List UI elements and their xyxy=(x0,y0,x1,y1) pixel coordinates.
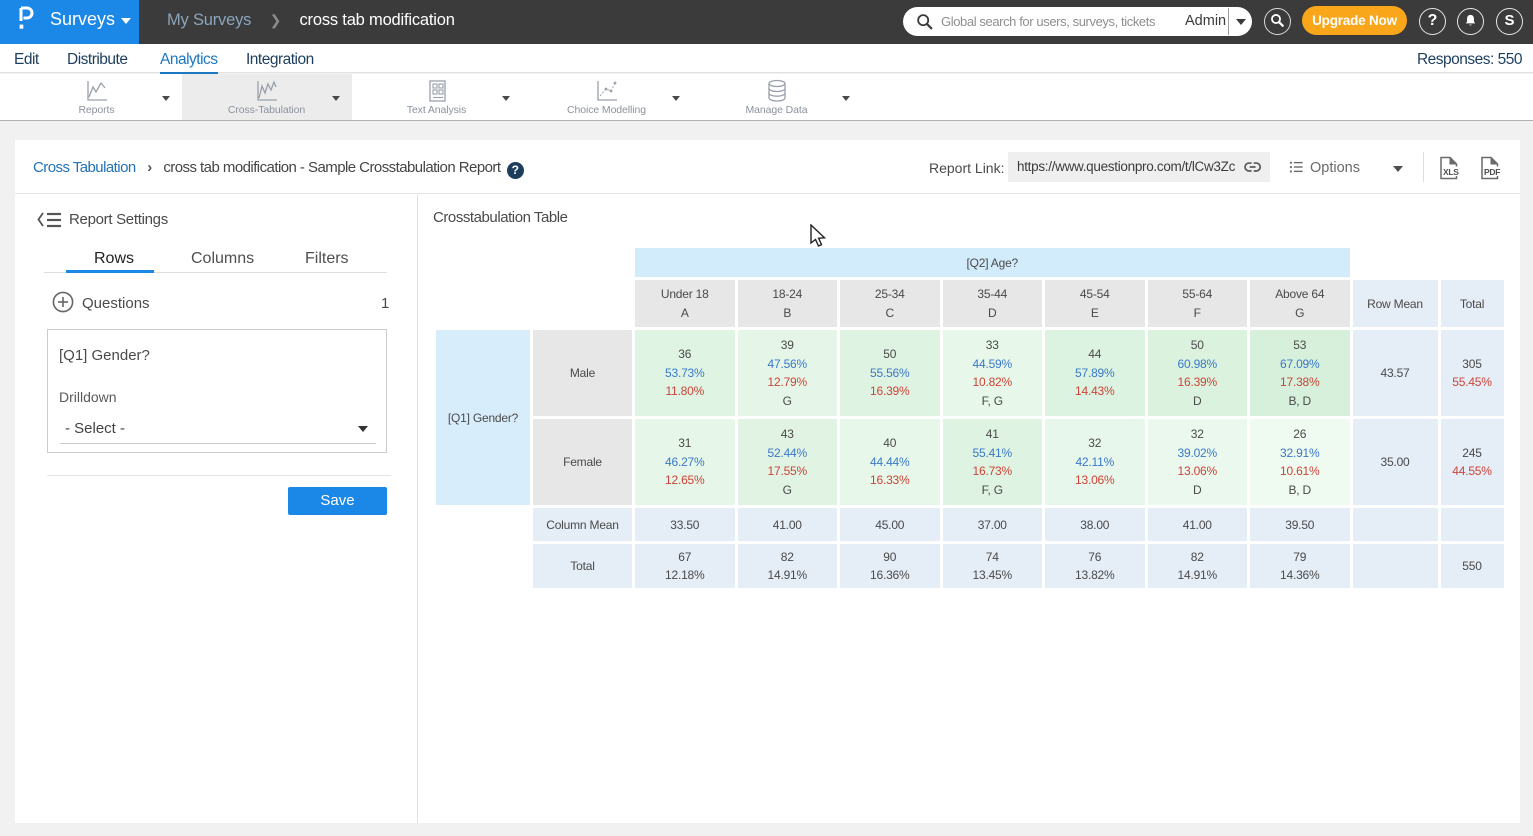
svg-text:XLS: XLS xyxy=(1443,167,1459,177)
svg-text:PDF: PDF xyxy=(1484,167,1500,177)
